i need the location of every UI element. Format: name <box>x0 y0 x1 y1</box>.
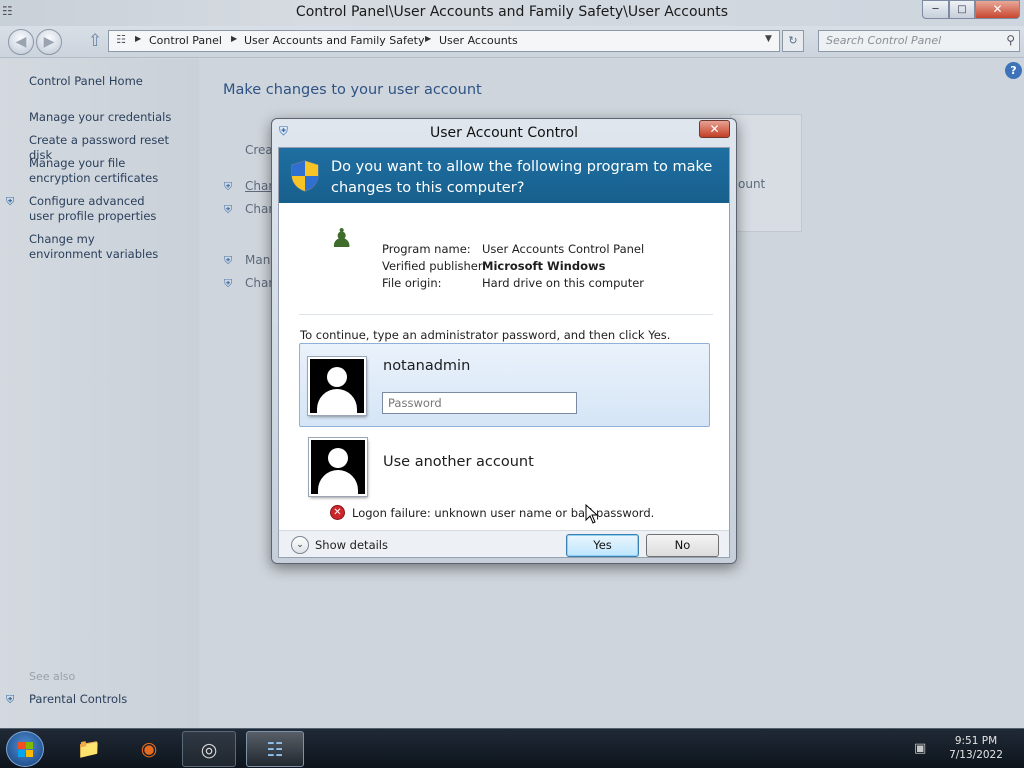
chrome-taskbar-icon[interactable]: ◎ <box>182 731 236 767</box>
chevron-right-icon[interactable]: ▶ <box>231 34 237 43</box>
search-placeholder: Search Control Panel <box>826 34 942 47</box>
uac-instruction: To continue, type an administrator passw… <box>300 328 671 342</box>
file-origin-label: File origin: <box>382 276 442 290</box>
help-icon[interactable]: ? <box>1005 62 1022 79</box>
account-tile-selected[interactable]: notanadmin <box>299 343 710 427</box>
dialog-close-button[interactable]: ✕ <box>699 120 730 138</box>
separator <box>299 314 713 315</box>
sidebar-item-parental-controls[interactable]: Parental Controls <box>29 692 189 707</box>
dialog-title: User Account Control <box>430 125 578 141</box>
clock[interactable]: 9:51 PM 7/13/2022 <box>946 734 1006 762</box>
explorer-taskbar-icon[interactable]: 📁 <box>62 731 116 767</box>
breadcrumb-control-panel[interactable]: Control Panel <box>149 34 222 47</box>
sidebar-item-manage-credentials[interactable]: Manage your credentials <box>29 110 189 125</box>
uac-shield-icon <box>291 160 319 192</box>
parental-controls-icon: ⛨ <box>6 693 15 706</box>
window-title: Control Panel\User Accounts and Family S… <box>295 4 729 20</box>
close-window-button[interactable]: ✕ <box>975 0 1020 19</box>
uac-shield-icon: ⛨ <box>224 180 233 193</box>
chevron-down-icon[interactable]: ▼ <box>765 34 772 44</box>
window-titlebar: ☷ Control Panel\User Accounts and Family… <box>0 0 1024 26</box>
back-button[interactable]: ◀ <box>8 29 34 55</box>
search-input[interactable]: Search Control Panel ⚲ <box>818 30 1020 52</box>
sidebar-item-advanced-profile-properties[interactable]: Configure advanced user profile properti… <box>29 194 169 224</box>
account-name: notanadmin <box>383 358 471 374</box>
breadcrumb-user-accounts[interactable]: User Accounts <box>439 34 518 47</box>
user-accounts-icon: ♟ <box>330 224 354 254</box>
avatar[interactable] <box>309 438 367 496</box>
file-origin-value: Hard drive on this computer <box>482 276 645 290</box>
forward-button[interactable]: ▶ <box>36 29 62 55</box>
start-button[interactable] <box>6 731 44 767</box>
dialog-footer: ⌄ Show details Yes No <box>279 530 729 557</box>
control-panel-icon: ☷ <box>116 33 126 46</box>
minimize-button[interactable]: ─ <box>922 0 949 19</box>
dialog-body: Do you want to allow the following progr… <box>278 147 730 558</box>
error-message: Logon failure: unknown user name or bad … <box>352 506 655 520</box>
refresh-button[interactable]: ↻ <box>782 30 804 52</box>
address-bar[interactable]: ☷ ▶ Control Panel ▶ User Accounts and Fa… <box>108 30 780 52</box>
uac-shield-icon: ⛨ <box>224 254 233 267</box>
publisher-value: Microsoft Windows <box>482 259 606 273</box>
sidebar-item-file-encryption-certificates[interactable]: Manage your file encryption certificates <box>29 156 184 186</box>
uac-question: Do you want to allow the following progr… <box>331 159 713 196</box>
uac-shield-icon: ⛨ <box>6 195 15 208</box>
password-field[interactable] <box>382 392 577 414</box>
maximize-button[interactable]: □ <box>949 0 975 19</box>
publisher-label: Verified publisher: <box>382 259 487 273</box>
search-icon[interactable]: ⚲ <box>1006 33 1015 47</box>
uac-shield-icon: ⛨ <box>224 277 233 290</box>
clock-time: 9:51 PM <box>954 735 998 747</box>
clock-date: 7/13/2022 <box>949 749 1003 761</box>
link-manage-accounts[interactable]: Man <box>245 253 270 267</box>
show-details-button[interactable]: Show details <box>315 538 388 552</box>
up-arrow-icon[interactable]: ⇧ <box>88 31 102 51</box>
program-name-label: Program name: <box>382 242 471 256</box>
account-info-text: ount <box>738 177 766 191</box>
sidebar-item-environment-variables[interactable]: Change my environment variables <box>29 232 169 262</box>
taskbar: 📁 ◉ ◎ ☷ ▣ 9:51 PM 7/13/2022 <box>0 728 1024 768</box>
chevron-right-icon[interactable]: ▶ <box>135 34 141 43</box>
firefox-taskbar-icon[interactable]: ◉ <box>122 731 176 767</box>
uac-dialog: ⛨ User Account Control ✕ Do you want to … <box>271 118 737 564</box>
mouse-cursor-icon <box>585 504 599 524</box>
yes-button[interactable]: Yes <box>566 534 639 557</box>
use-another-account-option[interactable]: Use another account <box>383 454 534 470</box>
network-icon[interactable]: ▣ <box>914 741 926 756</box>
error-icon: ✕ <box>330 505 345 520</box>
chevron-down-icon[interactable]: ⌄ <box>291 536 309 554</box>
uac-shield-icon: ⛨ <box>224 203 233 216</box>
see-also-heading: See also <box>29 670 76 683</box>
dialog-header: Do you want to allow the following progr… <box>279 148 729 203</box>
breadcrumb-user-accounts-family-safety[interactable]: User Accounts and Family Safety <box>244 34 424 47</box>
program-name-value: User Accounts Control Panel <box>482 242 645 256</box>
page-title: Make changes to your user account <box>223 82 482 98</box>
sidebar-item-control-panel-home[interactable]: Control Panel Home <box>29 74 189 89</box>
avatar <box>308 357 366 415</box>
no-button[interactable]: No <box>646 534 719 557</box>
account-info-panel <box>730 114 802 232</box>
chevron-right-icon[interactable]: ▶ <box>425 34 431 43</box>
link-create-password[interactable]: Crea <box>245 143 273 157</box>
control-panel-taskbar-icon[interactable]: ☷ <box>246 731 304 767</box>
